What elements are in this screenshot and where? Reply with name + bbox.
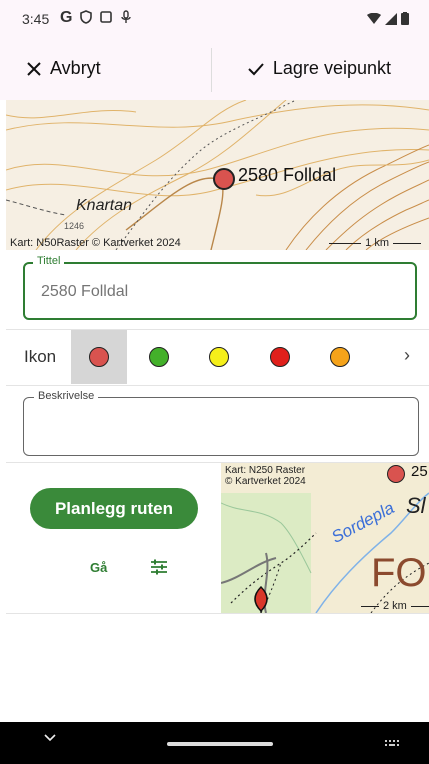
- save-label: Lagre veipunkt: [272, 58, 391, 78]
- hide-keyboard-icon[interactable]: [44, 734, 56, 742]
- route-scale-label: 2 km: [383, 600, 407, 612]
- plan-route-button[interactable]: Planlegg ruten: [30, 488, 198, 529]
- icon-option-bright-red[interactable]: [270, 347, 290, 367]
- waypoint-marker: [213, 168, 235, 190]
- route-map-credit: Kart: N250 Raster © Kartverket 2024: [225, 465, 306, 487]
- status-bar: 3:45 G: [0, 0, 429, 40]
- title-field-label: Tittel: [33, 255, 65, 267]
- route-waypoint-label: 25: [411, 463, 428, 480]
- cancel-button[interactable]: Avbryt: [26, 58, 101, 79]
- mic-icon: [121, 10, 131, 23]
- map-place-name: Knartan: [76, 197, 133, 214]
- cancel-label: Avbryt: [50, 58, 101, 78]
- signal-icon: [385, 12, 397, 25]
- tune-icon[interactable]: [149, 557, 169, 577]
- contour-label: 1246: [64, 221, 85, 231]
- scale-label: 1 km: [365, 237, 389, 249]
- description-label: Beskrivelse: [34, 390, 99, 402]
- route-waypoint-marker: [387, 465, 405, 483]
- action-bar: Avbryt Lagre veipunkt: [0, 40, 429, 100]
- divider: [6, 613, 429, 614]
- divider: [6, 385, 429, 386]
- credit-line-2: © Kartverket 2024: [225, 476, 306, 487]
- place-name-partial: Sl: [406, 493, 426, 518]
- google-icon: G: [60, 9, 73, 26]
- wifi-icon: [367, 12, 381, 24]
- title-field[interactable]: Tittel: [23, 255, 417, 320]
- icon-option-yellow[interactable]: [209, 347, 229, 367]
- home-handle[interactable]: [167, 742, 273, 746]
- map-credit: Kart: N50Raster © Kartverket 2024: [10, 237, 181, 249]
- icon-option-red[interactable]: [89, 347, 109, 367]
- status-time: 3:45: [22, 11, 50, 27]
- chevron-right-icon[interactable]: ›: [404, 345, 410, 366]
- credit-line-1: Kart: N250 Raster: [225, 465, 306, 476]
- icon-option-orange[interactable]: [330, 347, 350, 367]
- description-field[interactable]: Beskrivelse: [23, 390, 419, 456]
- waypoint-map-label: 2580 Folldal: [238, 165, 337, 185]
- cast-icon: [100, 11, 112, 23]
- map-scale: 1 km: [329, 237, 421, 249]
- battery-icon: [401, 12, 409, 25]
- area-name-partial: FO: [371, 551, 427, 595]
- icon-option-green[interactable]: [149, 347, 169, 367]
- title-input[interactable]: [39, 282, 383, 302]
- shield-icon: [80, 10, 92, 24]
- status-indicators: [367, 12, 409, 25]
- walk-mode-button[interactable]: Gå: [90, 560, 107, 575]
- route-map-scale: 2 km: [361, 600, 429, 612]
- action-divider: [211, 48, 212, 92]
- system-nav-bar: [0, 722, 429, 764]
- divider: [6, 329, 429, 330]
- route-map-preview[interactable]: Kart: N250 Raster © Kartverket 2024 25 S…: [221, 463, 429, 613]
- keyboard-icon[interactable]: [385, 740, 401, 748]
- close-icon: [27, 61, 41, 76]
- icon-row-label: Ikon: [24, 347, 57, 366]
- map-preview[interactable]: 2580 Folldal Knartan 1246 Kart: N50Raste…: [6, 100, 429, 250]
- check-icon: [248, 62, 264, 75]
- save-waypoint-button[interactable]: Lagre veipunkt: [247, 58, 391, 79]
